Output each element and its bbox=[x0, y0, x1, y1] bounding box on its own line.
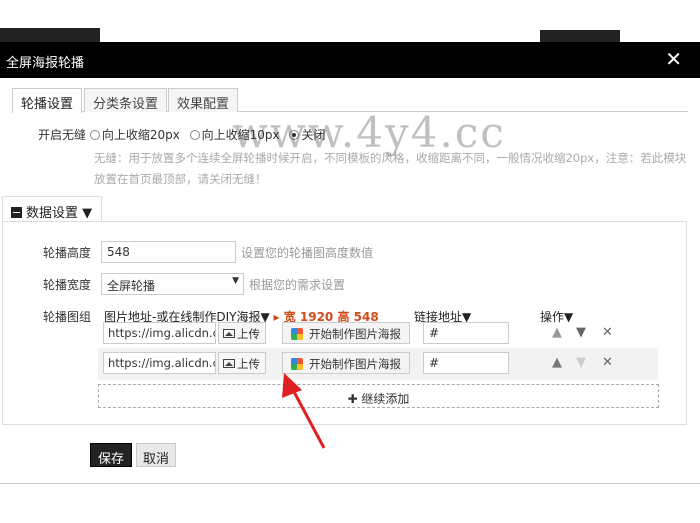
collapse-icon bbox=[11, 207, 22, 218]
make-poster-label: 开始制作图片海报 bbox=[309, 327, 401, 341]
make-poster-button[interactable]: 开始制作图片海报 bbox=[282, 352, 410, 374]
height-label: 轮播高度 bbox=[42, 246, 91, 260]
radio-label: 向上收缩20px bbox=[101, 128, 180, 142]
height-input[interactable]: 548 bbox=[101, 241, 236, 263]
link-input[interactable]: # bbox=[423, 352, 509, 374]
upload-button[interactable]: 上传 bbox=[218, 322, 266, 344]
delete-icon[interactable]: ✕ bbox=[602, 355, 613, 370]
tab-effect-config[interactable]: 效果配置 bbox=[168, 88, 239, 112]
move-up-icon[interactable]: ▲ bbox=[552, 355, 562, 370]
move-down-icon[interactable]: ▼ bbox=[576, 355, 586, 370]
seamless-label: 开启无缝 bbox=[38, 128, 87, 142]
upload-button[interactable]: 上传 bbox=[218, 352, 266, 374]
close-icon[interactable]: ✕ bbox=[665, 48, 682, 70]
width-label: 轮播宽度 bbox=[42, 278, 91, 292]
dialog-title: 全屏海报轮播 bbox=[6, 56, 85, 71]
save-button[interactable]: 保存 bbox=[90, 443, 132, 467]
link-input[interactable]: # bbox=[423, 322, 509, 344]
image-url-input[interactable]: https://img.alicdn.com bbox=[103, 352, 216, 374]
dropdown-arrow-icon: ▼ bbox=[232, 276, 239, 286]
dialog-titlebar: 全屏海报轮播 ✕ bbox=[0, 42, 700, 78]
tab-carousel-settings[interactable]: 轮播设置 bbox=[12, 88, 83, 113]
radio-dot-icon bbox=[89, 130, 100, 140]
image-icon bbox=[223, 359, 235, 368]
watermark: www.4y4.cc bbox=[232, 108, 506, 157]
make-poster-button[interactable]: 开始制作图片海报 bbox=[282, 322, 410, 344]
poster-tool-icon bbox=[291, 328, 303, 340]
width-desc: 根据您的需求设置 bbox=[249, 278, 346, 292]
cancel-button[interactable]: 取消 bbox=[136, 443, 176, 467]
image-url-input[interactable]: https://img.alicdn.com bbox=[103, 322, 216, 344]
image-row: https://img.alicdn.com 上传 开始制作图片海报 # ▲ ▼… bbox=[98, 348, 658, 380]
add-more-button[interactable]: ✚ 继续添加 bbox=[98, 384, 659, 408]
move-up-icon[interactable]: ▲ bbox=[552, 325, 562, 340]
width-select-value: 全屏轮播 bbox=[107, 279, 156, 293]
image-row: https://img.alicdn.com 上传 开始制作图片海报 # ▲ ▼… bbox=[98, 318, 658, 350]
delete-icon[interactable]: ✕ bbox=[602, 325, 613, 340]
width-select[interactable]: 全屏轮播 ▼ bbox=[101, 273, 244, 295]
radio-dot-icon bbox=[189, 130, 200, 140]
move-down-icon[interactable]: ▼ bbox=[576, 325, 586, 340]
image-icon bbox=[223, 329, 235, 338]
section-title: 数据设置 ▼ bbox=[26, 206, 93, 221]
data-settings-toggle[interactable]: 数据设置 ▼ bbox=[2, 196, 102, 222]
upload-label: 上传 bbox=[237, 357, 260, 371]
poster-tool-icon bbox=[291, 358, 303, 370]
background-page-strip bbox=[0, 0, 700, 42]
upload-label: 上传 bbox=[237, 327, 260, 341]
tab-category-bar-settings[interactable]: 分类条设置 bbox=[84, 88, 168, 112]
height-desc: 设置您的轮播图高度数值 bbox=[241, 246, 374, 260]
images-label: 轮播图组 bbox=[42, 310, 91, 324]
radio-shrink-20[interactable]: 向上收缩20px bbox=[89, 126, 180, 143]
make-poster-label: 开始制作图片海报 bbox=[309, 357, 401, 371]
